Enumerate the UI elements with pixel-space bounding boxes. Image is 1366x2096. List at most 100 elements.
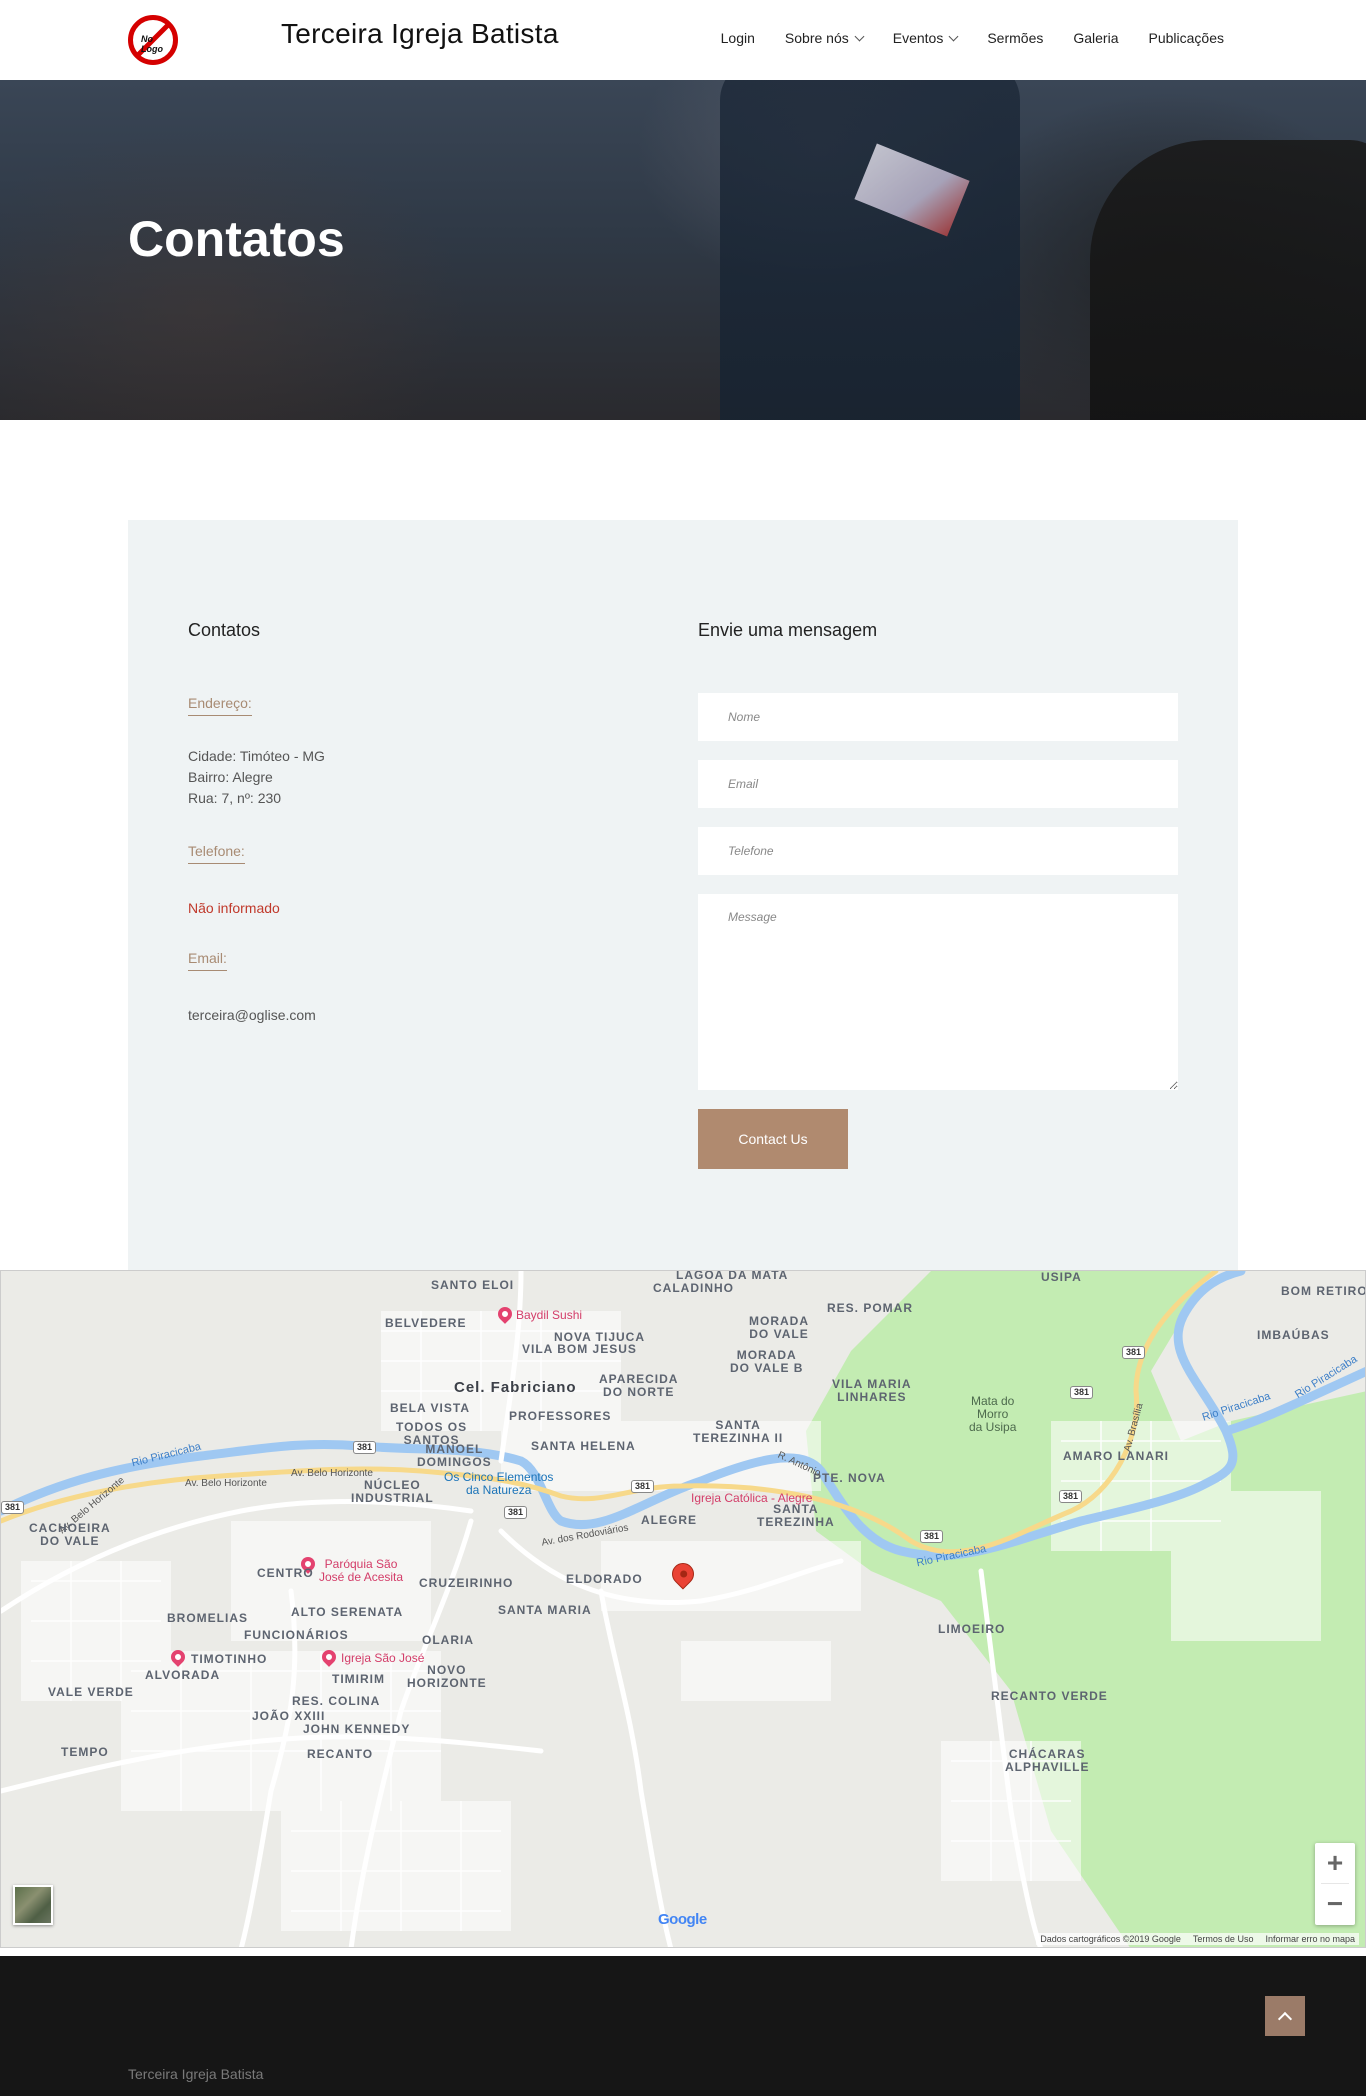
map-label: APARECIDA DO NORTE [599, 1372, 679, 1399]
map-label: VALE VERDE [48, 1685, 134, 1699]
footer-site-name: Terceira Igreja Batista [128, 2066, 264, 2082]
map-label: CRUZEIRINHO [419, 1576, 514, 1590]
map-label: RECANTO VERDE [991, 1689, 1108, 1703]
embedded-map[interactable]: SANTO ELOI LAGOA DA MATA CALADINHO USIPA… [0, 1270, 1366, 1948]
road-shield: 381 [631, 1480, 655, 1493]
map-label: NÚCLEO INDUSTRIAL [351, 1478, 434, 1505]
map-label: NOVO HORIZONTE [407, 1663, 487, 1690]
logo-text: No Logo [141, 34, 163, 54]
map-label: BROMELIAS [167, 1611, 248, 1625]
google-logo-text: Google [658, 1911, 707, 1928]
map-base-graphics [1, 1271, 1365, 1947]
message-form-title: Envie uma mensagem [698, 620, 878, 640]
chevron-up-icon [1277, 2011, 1293, 2026]
address-city: Cidade: Timóteo - MG [188, 748, 325, 764]
nav-item-sermoes[interactable]: Sermões [987, 30, 1043, 46]
map-label: SANTA MARIA [498, 1603, 592, 1617]
map-label: AMARO LANARI [1063, 1449, 1169, 1463]
map-attribution: Dados cartográficos ©2019 Google Termos … [1036, 1933, 1359, 1945]
contact-info-title: Contatos [188, 620, 261, 640]
address-street: Rua: 7, nº: 230 [188, 790, 282, 806]
map-zoom-control: + − [1315, 1843, 1355, 1925]
map-label: TIMIRIM [332, 1672, 385, 1686]
nav-label: Galeria [1073, 30, 1119, 46]
page-title: Contatos [128, 211, 345, 267]
map-poi-label[interactable]: Os Cinco Elementos da Natureza [444, 1471, 553, 1497]
zoom-out-button[interactable]: − [1315, 1884, 1355, 1924]
chevron-down-icon [854, 31, 865, 41]
google-logo: Google [658, 1911, 707, 1928]
road-shield: 381 [504, 1506, 528, 1519]
logo[interactable]: No Logo [128, 15, 178, 65]
map-label: VILA MARIA LINHARES [832, 1377, 912, 1404]
map-label: LIMOEIRO [938, 1622, 1006, 1636]
email-label: Email: [188, 950, 227, 971]
nav-item-eventos[interactable]: Eventos [892, 30, 959, 46]
map-label: MORADA DO VALE B [730, 1348, 804, 1375]
message-field[interactable] [698, 894, 1178, 1090]
map-data-credit: Dados cartográficos ©2019 Google [1040, 1934, 1181, 1944]
map-label: RES. COLINA [292, 1694, 381, 1708]
map-label: IMBAÚBAS [1257, 1328, 1330, 1342]
map-label: ALVORADA [145, 1668, 221, 1682]
map-label: ALTO SERENATA [291, 1605, 404, 1619]
main-nav: Login Sobre nós Eventos Sermões Galeria … [721, 30, 1224, 46]
satellite-toggle[interactable] [13, 1885, 53, 1925]
map-label: SANTO ELOI [431, 1278, 515, 1292]
map-poi-label[interactable]: Baydil Sushi [516, 1309, 582, 1322]
map-label: BOM RETIRO [1281, 1284, 1366, 1298]
name-field[interactable] [698, 693, 1178, 741]
hero-photo-person [1090, 140, 1366, 420]
map-label: SANTA HELENA [531, 1439, 636, 1453]
map-city-label: Cel. Fabriciano [454, 1379, 577, 1396]
map-label: CACHOEIRA DO VALE [29, 1521, 111, 1548]
map-label: RECANTO [307, 1747, 374, 1761]
map-label: RES. POMAR [827, 1301, 914, 1315]
chevron-down-icon [948, 31, 959, 41]
address-label: Endereço: [188, 695, 252, 716]
nav-label: Publicações [1148, 30, 1225, 46]
road-shield: 381 [920, 1530, 944, 1543]
email-field[interactable] [698, 760, 1178, 808]
hero-photo-person [720, 80, 1020, 420]
map-label: TIMOTINHO [191, 1652, 268, 1666]
map-label: CHÁCARAS ALPHAVILLE [1005, 1747, 1090, 1774]
nav-item-galeria[interactable]: Galeria [1073, 30, 1118, 46]
phone-label: Telefone: [188, 843, 245, 864]
map-poi-label[interactable]: Paróquia São José de Acesita [319, 1558, 403, 1584]
map-label: TEMPO [61, 1745, 109, 1759]
nav-label: Sermões [987, 30, 1044, 46]
road-shield: 381 [1122, 1346, 1146, 1359]
nav-item-publicacoes[interactable]: Publicações [1149, 30, 1225, 46]
email-value[interactable]: terceira@oglise.com [188, 1005, 316, 1026]
phone-field[interactable] [698, 827, 1178, 875]
map-road-label: Av. Belo Horizonte [185, 1478, 267, 1489]
map-terms-link[interactable]: Termos de Uso [1193, 1934, 1254, 1944]
back-to-top-button[interactable] [1265, 1996, 1305, 2036]
site-title[interactable]: Terceira Igreja Batista [281, 18, 559, 50]
nav-label: Sobre nós [784, 30, 849, 46]
nav-item-sobre-nos[interactable]: Sobre nós [784, 30, 865, 46]
phone-value: Não informado [188, 900, 280, 916]
map-label: USIPA [1041, 1270, 1082, 1284]
nav-item-login[interactable]: Login [721, 30, 755, 46]
address-district: Bairro: Alegre [188, 769, 273, 785]
road-shield: 381 [353, 1441, 377, 1454]
map-park-label: Mata do Morro da Usipa [969, 1394, 1017, 1434]
map-label: ALEGRE [641, 1513, 698, 1527]
map-label: MORADA DO VALE [749, 1314, 809, 1341]
site-footer: Terceira Igreja Batista [0, 1956, 1366, 2096]
nav-label: Eventos [892, 30, 944, 46]
map-label: MANOEL DOMINGOS [417, 1442, 492, 1469]
map-label: FUNCIONÁRIOS [244, 1628, 349, 1642]
hero-banner: Contatos [0, 80, 1366, 420]
map-label: BELA VISTA [390, 1401, 471, 1415]
zoom-in-button[interactable]: + [1315, 1843, 1355, 1883]
site-header: No Logo Terceira Igreja Batista Login So… [0, 0, 1366, 80]
map-report-link[interactable]: Informar erro no mapa [1265, 1934, 1355, 1944]
map-label: PTE. NOVA [813, 1471, 886, 1485]
contact-section: Contatos Endereço: Cidade: Timóteo - MG … [128, 520, 1238, 1270]
map-label: VILA BOM JESUS [522, 1342, 637, 1356]
contact-submit-button[interactable]: Contact Us [698, 1109, 848, 1169]
map-label: PROFESSORES [509, 1409, 612, 1423]
